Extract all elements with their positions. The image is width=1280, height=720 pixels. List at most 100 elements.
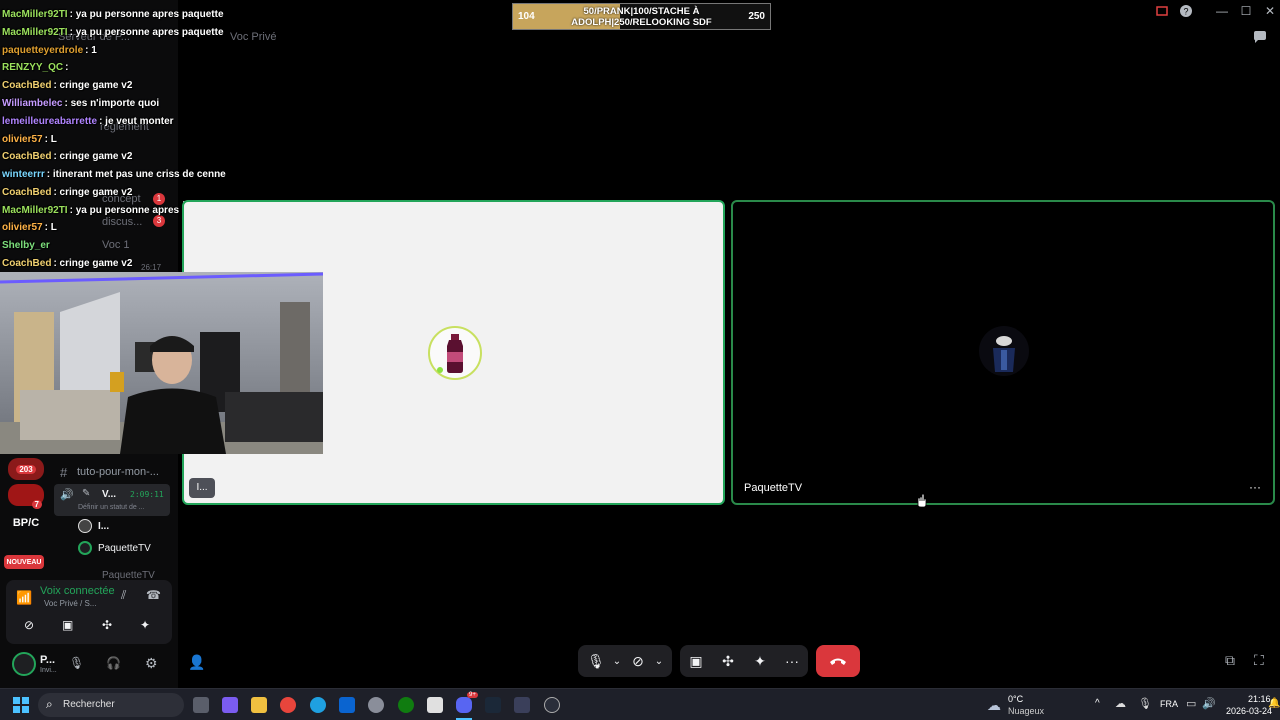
- close-icon[interactable]: ✕: [1258, 0, 1280, 22]
- chat-text: : je veut monter: [99, 116, 174, 127]
- search-label: Rechercher: [63, 699, 115, 710]
- cursor-icon: [917, 493, 927, 508]
- more-options-icon[interactable]: ···: [778, 647, 806, 675]
- screen-share-icon[interactable]: [1150, 0, 1174, 22]
- signal-icon[interactable]: 📶: [16, 590, 32, 606]
- activities-icon[interactable]: ✣: [714, 647, 742, 675]
- edge-icon[interactable]: [310, 697, 326, 713]
- activities-icon[interactable]: ✣: [102, 618, 112, 632]
- avatar: [78, 519, 92, 533]
- windows-start-icon[interactable]: [13, 697, 29, 713]
- noise-suppression-icon[interactable]: ⫽: [121, 588, 126, 603]
- volume-icon[interactable]: 🔊: [1202, 697, 1216, 710]
- weather-desc[interactable]: Nuageux: [1008, 706, 1044, 716]
- soundboard-icon[interactable]: ✦: [140, 618, 150, 632]
- channel-tuto[interactable]: tuto-pour-mon-...: [77, 466, 159, 478]
- chat-text: : 1: [85, 45, 97, 56]
- discord-badge: 9+: [467, 692, 478, 698]
- chat-text: :: [65, 62, 69, 73]
- chevron-down-icon[interactable]: ⌄: [652, 647, 666, 675]
- settings-icon[interactable]: [368, 697, 384, 713]
- chat-message: Williambelec: ses n'importe quoi: [2, 98, 159, 109]
- server-bpc[interactable]: BP/C: [8, 512, 44, 534]
- steam-icon[interactable]: [485, 697, 501, 713]
- copilot-icon[interactable]: [222, 697, 238, 713]
- chat-message: winteerrr: itinerant met pas une criss d…: [2, 169, 226, 180]
- chat-text: : cringe game v2: [53, 258, 133, 269]
- voice-member[interactable]: PaquetteTV: [98, 543, 151, 554]
- chat-username: CoachBed: [2, 80, 52, 91]
- microphone-icon[interactable]: 🎙: [69, 656, 84, 670]
- app-icon[interactable]: [514, 697, 530, 713]
- screen-share-icon[interactable]: ▣: [62, 618, 73, 632]
- chat-username: CoachBed: [2, 187, 52, 198]
- settings-gear-icon[interactable]: ⚙: [145, 655, 158, 672]
- add-user-icon[interactable]: 👤: [188, 654, 205, 671]
- webcam-feed: [0, 272, 323, 454]
- server-icon[interactable]: 7: [8, 484, 44, 509]
- chat-username: winteerrr: [2, 169, 45, 180]
- tile-name-label: I...: [189, 478, 215, 498]
- chat-username: MacMiller92TI: [2, 205, 68, 216]
- voice-channel-row[interactable]: 🔊 ✎ V... 2:09:11 Définir un statut de ..…: [54, 484, 170, 516]
- headphones-icon[interactable]: 🎧: [106, 656, 121, 670]
- voice-location[interactable]: Voc Privé / S...: [44, 599, 96, 608]
- microphone-tray-icon[interactable]: 🎙: [1138, 697, 1152, 710]
- avatar: [428, 326, 482, 380]
- screen-share-icon[interactable]: ▣: [682, 647, 710, 675]
- user-name[interactable]: P...: [40, 654, 55, 666]
- search-box[interactable]: ⌕ Rechercher: [38, 693, 184, 717]
- store-icon[interactable]: [427, 697, 443, 713]
- more-options-icon[interactable]: ···: [1249, 480, 1261, 494]
- chat-overlay: MacMiller92TI : ya pu personne apres paqu…: [0, 0, 226, 272]
- progress-overlay: 104 50/PRANK|100/STACHE À ADOLPH|250/REL…: [512, 3, 771, 30]
- outlook-icon[interactable]: [339, 697, 355, 713]
- progress-text-line: ADOLPH|250/RELOOKING SDF: [571, 17, 712, 28]
- camera-off-icon[interactable]: ⊘: [624, 647, 652, 675]
- voice-member[interactable]: I...: [98, 521, 109, 532]
- threads-icon[interactable]: [1252, 30, 1270, 46]
- server-icon[interactable]: 203: [8, 458, 44, 480]
- tile-name-label: PaquetteTV: [744, 482, 803, 494]
- voice-panel: 📶 Voix connectée Voc Privé / S... ⫽ ☎ ⊘ …: [6, 580, 172, 644]
- language-indicator[interactable]: FRA: [1160, 699, 1178, 709]
- clock-app-icon[interactable]: [544, 697, 560, 713]
- fullscreen-icon[interactable]: ⛶: [1254, 652, 1264, 669]
- network-tray-icon[interactable]: ☁: [1115, 697, 1126, 710]
- chat-message: Shelby_er: [2, 240, 52, 251]
- discord-icon[interactable]: [456, 697, 472, 713]
- monitor-tray-icon[interactable]: ▭: [1186, 697, 1196, 710]
- avatar: [78, 541, 92, 555]
- minimize-icon[interactable]: —: [1210, 0, 1234, 22]
- chat-message: lemeilleureabarrette: je veut monter: [2, 116, 174, 127]
- soundboard-icon[interactable]: ✦: [746, 647, 774, 675]
- disconnect-icon[interactable]: ☎: [146, 588, 161, 602]
- chevron-up-icon[interactable]: ^: [1095, 698, 1100, 709]
- chat-message: MacMiller92TI: ya pu personne apres paqu…: [2, 27, 224, 38]
- chat-text: : ya pu personne apres paquette: [69, 27, 224, 38]
- speaker-icon: 🔊: [60, 489, 74, 501]
- clock-date[interactable]: 2026-03-24: [1226, 706, 1272, 716]
- weather-temp[interactable]: 0°C: [1008, 694, 1023, 704]
- progress-left-value: 104: [518, 11, 535, 22]
- task-view-icon[interactable]: [193, 697, 209, 713]
- weather-cloud-icon[interactable]: ☁: [987, 697, 1001, 714]
- maximize-icon[interactable]: ☐: [1234, 0, 1258, 22]
- help-icon[interactable]: ?: [1174, 0, 1198, 22]
- xbox-icon[interactable]: [398, 697, 414, 713]
- microphone-icon[interactable]: 🎙: [582, 647, 610, 675]
- popout-icon[interactable]: ⧉: [1225, 652, 1235, 669]
- notification-icon[interactable]: 🔔: [1268, 698, 1280, 709]
- chat-username: CoachBed: [2, 151, 52, 162]
- video-tile[interactable]: PaquetteTV ···: [731, 200, 1275, 508]
- status-placeholder[interactable]: Définir un statut de ...: [78, 504, 145, 511]
- avatar[interactable]: [12, 652, 36, 676]
- voice-status[interactable]: Voix connectée: [40, 585, 115, 597]
- file-explorer-icon[interactable]: [251, 697, 267, 713]
- chrome-icon[interactable]: [280, 697, 296, 713]
- camera-off-icon[interactable]: ⊘: [24, 618, 34, 632]
- chevron-down-icon[interactable]: ⌄: [610, 647, 624, 675]
- hang-up-button[interactable]: [816, 645, 860, 677]
- chat-message: MacMiller92TI: ya pu personne apres paqu…: [2, 9, 224, 20]
- chat-text: : L: [44, 134, 57, 145]
